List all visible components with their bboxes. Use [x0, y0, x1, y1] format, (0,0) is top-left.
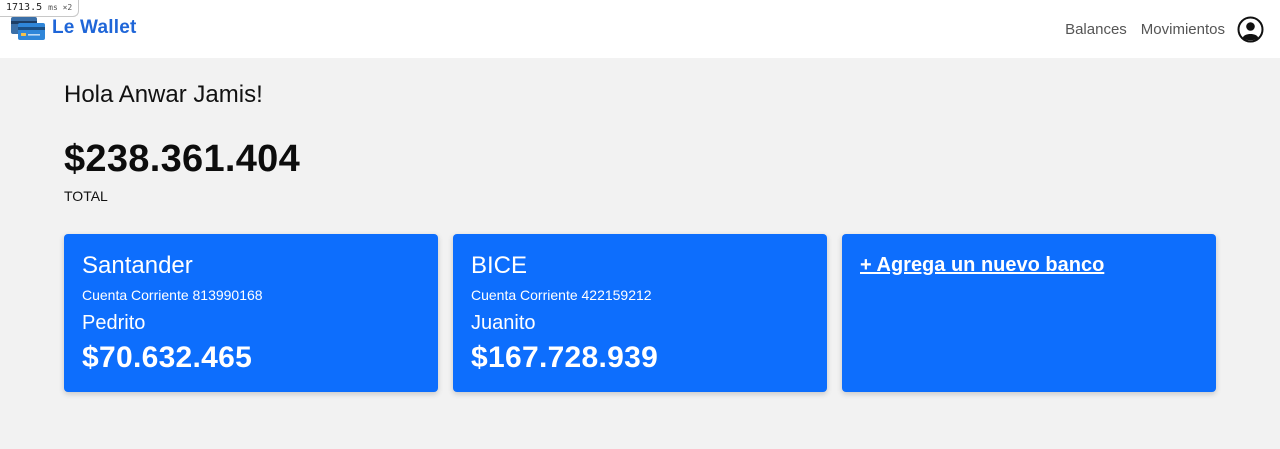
- account-owner: Juanito: [471, 312, 536, 334]
- brand-name: Le Wallet: [52, 17, 137, 38]
- bank-card-bice[interactable]: BICE Cuenta Corriente 422159212 Juanito …: [453, 234, 827, 392]
- bank-name: Santander: [82, 252, 193, 279]
- timing-unit: ms ×2: [48, 3, 73, 12]
- timing-value: 1713.5: [6, 2, 43, 13]
- main-nav: Balances Movimientos: [1051, 16, 1264, 43]
- bank-card-santander[interactable]: Santander Cuenta Corriente 813990168 Ped…: [64, 234, 438, 392]
- bank-cards: Santander Cuenta Corriente 813990168 Ped…: [64, 234, 1216, 392]
- total-balance-label: TOTAL: [64, 188, 108, 204]
- add-bank-card[interactable]: + Agrega un nuevo banco: [842, 234, 1216, 392]
- account-owner: Pedrito: [82, 312, 146, 334]
- user-circle-icon[interactable]: [1237, 16, 1264, 43]
- account-balance: $167.728.939: [471, 341, 659, 374]
- nav-link-movimientos[interactable]: Movimientos: [1141, 21, 1225, 38]
- brand[interactable]: Le Wallet: [10, 14, 137, 42]
- total-balance-amount: $238.361.404: [64, 138, 301, 180]
- nav-link-balances[interactable]: Balances: [1065, 21, 1127, 38]
- credit-cards-icon: [10, 14, 46, 42]
- add-bank-link[interactable]: + Agrega un nuevo banco: [860, 254, 1104, 277]
- top-navbar: Le Wallet Balances Movimientos: [0, 0, 1280, 58]
- timing-badge: 1713.5 ms ×2: [0, 0, 80, 17]
- account-number: Cuenta Corriente 422159212: [471, 287, 652, 303]
- account-balance: $70.632.465: [82, 341, 253, 374]
- account-number: Cuenta Corriente 813990168: [82, 287, 263, 303]
- bank-name: BICE: [471, 252, 528, 279]
- greeting-heading: Hola Anwar Jamis!: [64, 81, 263, 108]
